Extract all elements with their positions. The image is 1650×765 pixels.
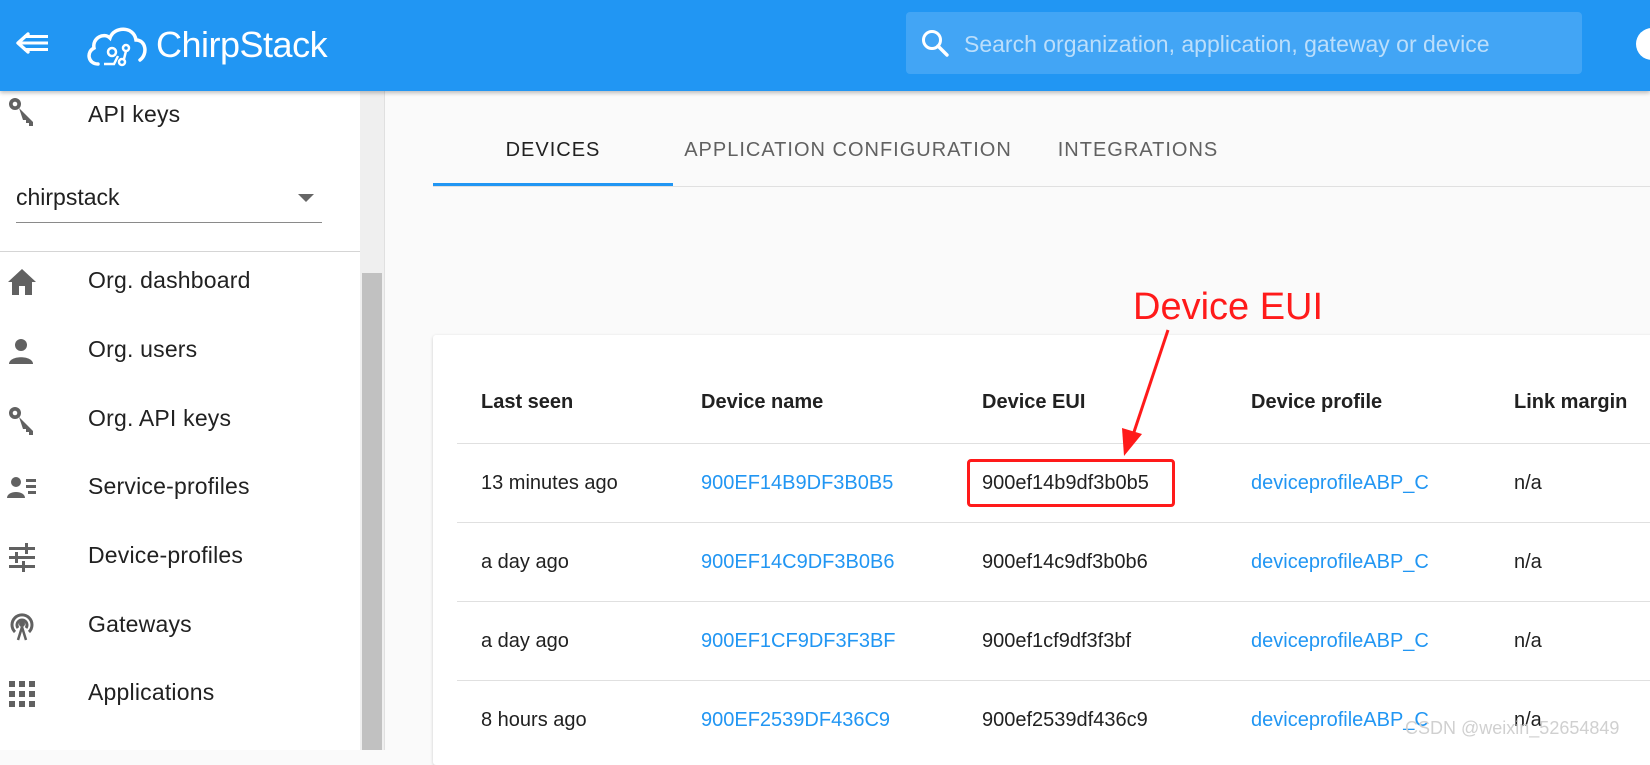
row-divider <box>457 601 1650 602</box>
sidebar-item-device-profiles[interactable]: Device-profiles <box>0 526 360 586</box>
sidebar-item-applications[interactable]: Applications <box>0 663 360 723</box>
chirpstack-logo[interactable]: ChirpStack <box>84 14 328 76</box>
column-header-link-margin[interactable]: Link margin <box>1514 391 1627 414</box>
device-name-link[interactable]: 900EF2539DF436C9 <box>701 709 890 732</box>
sidebar-item-label: Org. users <box>88 336 198 362</box>
search-bar <box>906 12 1582 76</box>
access-point-icon <box>10 613 34 641</box>
scrollbar-thumb[interactable] <box>362 273 382 750</box>
sidebar-item-org-dashboard[interactable]: Org. dashboard <box>0 251 360 311</box>
cloud-logo-icon <box>87 27 147 67</box>
device-name-link[interactable]: 900EF14C9DF3B0B6 <box>701 551 894 574</box>
last-seen-cell: 13 minutes ago <box>481 472 618 494</box>
device-name-link[interactable]: 900EF14B9DF3B0B5 <box>701 472 893 495</box>
column-header-last-seen[interactable]: Last seen <box>481 391 573 414</box>
sidebar-item-label: Org. API keys <box>88 405 232 431</box>
account-details-icon <box>7 477 36 498</box>
logo-text: ChirpStack <box>156 24 328 65</box>
annotation-label: Device EUI <box>1133 286 1324 328</box>
search-input[interactable] <box>962 12 1566 76</box>
key-icon <box>9 407 33 435</box>
device-profile-link[interactable]: deviceprofileABP_C <box>1251 709 1429 732</box>
help-icon[interactable] <box>1636 28 1650 60</box>
person-icon <box>9 339 33 364</box>
sidebar-item-org-users[interactable]: Org. users <box>0 320 360 380</box>
sidebar-scrollbar[interactable] <box>360 91 384 750</box>
row-divider <box>457 443 1650 444</box>
annotation-arrow-icon <box>1122 329 1170 456</box>
device-name-link[interactable]: 900EF1CF9DF3F3BF <box>701 630 896 653</box>
key-icon <box>9 98 33 126</box>
annotation-highlight-box <box>967 459 1175 507</box>
link-margin-cell: n/a <box>1514 630 1542 652</box>
sidebar-item-gateways[interactable]: Gateways <box>0 595 360 655</box>
organization-select-value: chirpstack <box>16 184 120 210</box>
column-header-device-name[interactable]: Device name <box>701 391 823 414</box>
device-eui-cell: 900ef2539df436c9 <box>982 709 1148 731</box>
sidebar-item-label: Gateways <box>88 611 192 637</box>
tab-integrations[interactable]: INTEGRATIONS <box>1023 120 1253 186</box>
sidebar-item-service-profiles[interactable]: Service-profiles <box>0 457 360 517</box>
row-divider <box>457 680 1650 681</box>
row-divider <box>457 522 1650 523</box>
link-margin-cell: n/a <box>1514 551 1542 573</box>
sidebar: API keys chirpstack Org. dashboard Org. … <box>0 91 360 750</box>
device-profile-link[interactable]: deviceprofileABP_C <box>1251 472 1429 495</box>
sidebar-item-org-api-keys[interactable]: Org. API keys <box>0 389 360 449</box>
sidebar-item-label: Org. dashboard <box>88 267 251 293</box>
chevron-down-icon <box>298 194 314 202</box>
last-seen-cell: a day ago <box>481 630 569 652</box>
device-eui-cell: 900ef14c9df3b0b6 <box>982 551 1148 573</box>
device-eui-cell: 900ef1cf9df3f3bf <box>982 630 1132 652</box>
device-profile-link[interactable]: deviceprofileABP_C <box>1251 551 1429 574</box>
tune-icon <box>9 543 35 572</box>
sidebar-item-label: Applications <box>88 679 215 705</box>
sidebar-item-api-keys[interactable]: API keys <box>0 91 360 151</box>
sidebar-item-label: API keys <box>88 101 181 127</box>
organization-select[interactable]: chirpstack <box>16 180 322 223</box>
last-seen-cell: a day ago <box>481 551 569 573</box>
apps-icon <box>9 681 35 707</box>
column-header-device-eui[interactable]: Device EUI <box>982 391 1085 414</box>
home-icon <box>8 269 36 295</box>
link-margin-cell: n/a <box>1514 472 1542 494</box>
tab-indicator <box>433 183 673 186</box>
device-profile-link[interactable]: deviceprofileABP_C <box>1251 630 1429 653</box>
tab-application-configuration[interactable]: APPLICATION CONFIGURATION <box>673 120 1023 186</box>
tab-devices[interactable]: DEVICES <box>433 120 673 186</box>
search-icon <box>922 30 949 57</box>
sidebar-border <box>384 91 385 750</box>
last-seen-cell: 8 hours ago <box>481 709 587 731</box>
column-header-device-profile[interactable]: Device profile <box>1251 391 1382 414</box>
tab-bar: DEVICES APPLICATION CONFIGURATION INTEGR… <box>433 120 1650 187</box>
watermark: CSDN @weixin_52654849 <box>1405 718 1620 738</box>
sidebar-item-label: Device-profiles <box>88 542 244 568</box>
sidebar-item-label: Service-profiles <box>88 473 250 499</box>
menu-back-icon[interactable] <box>14 26 54 60</box>
app-bar: ChirpStack <box>0 0 1650 91</box>
